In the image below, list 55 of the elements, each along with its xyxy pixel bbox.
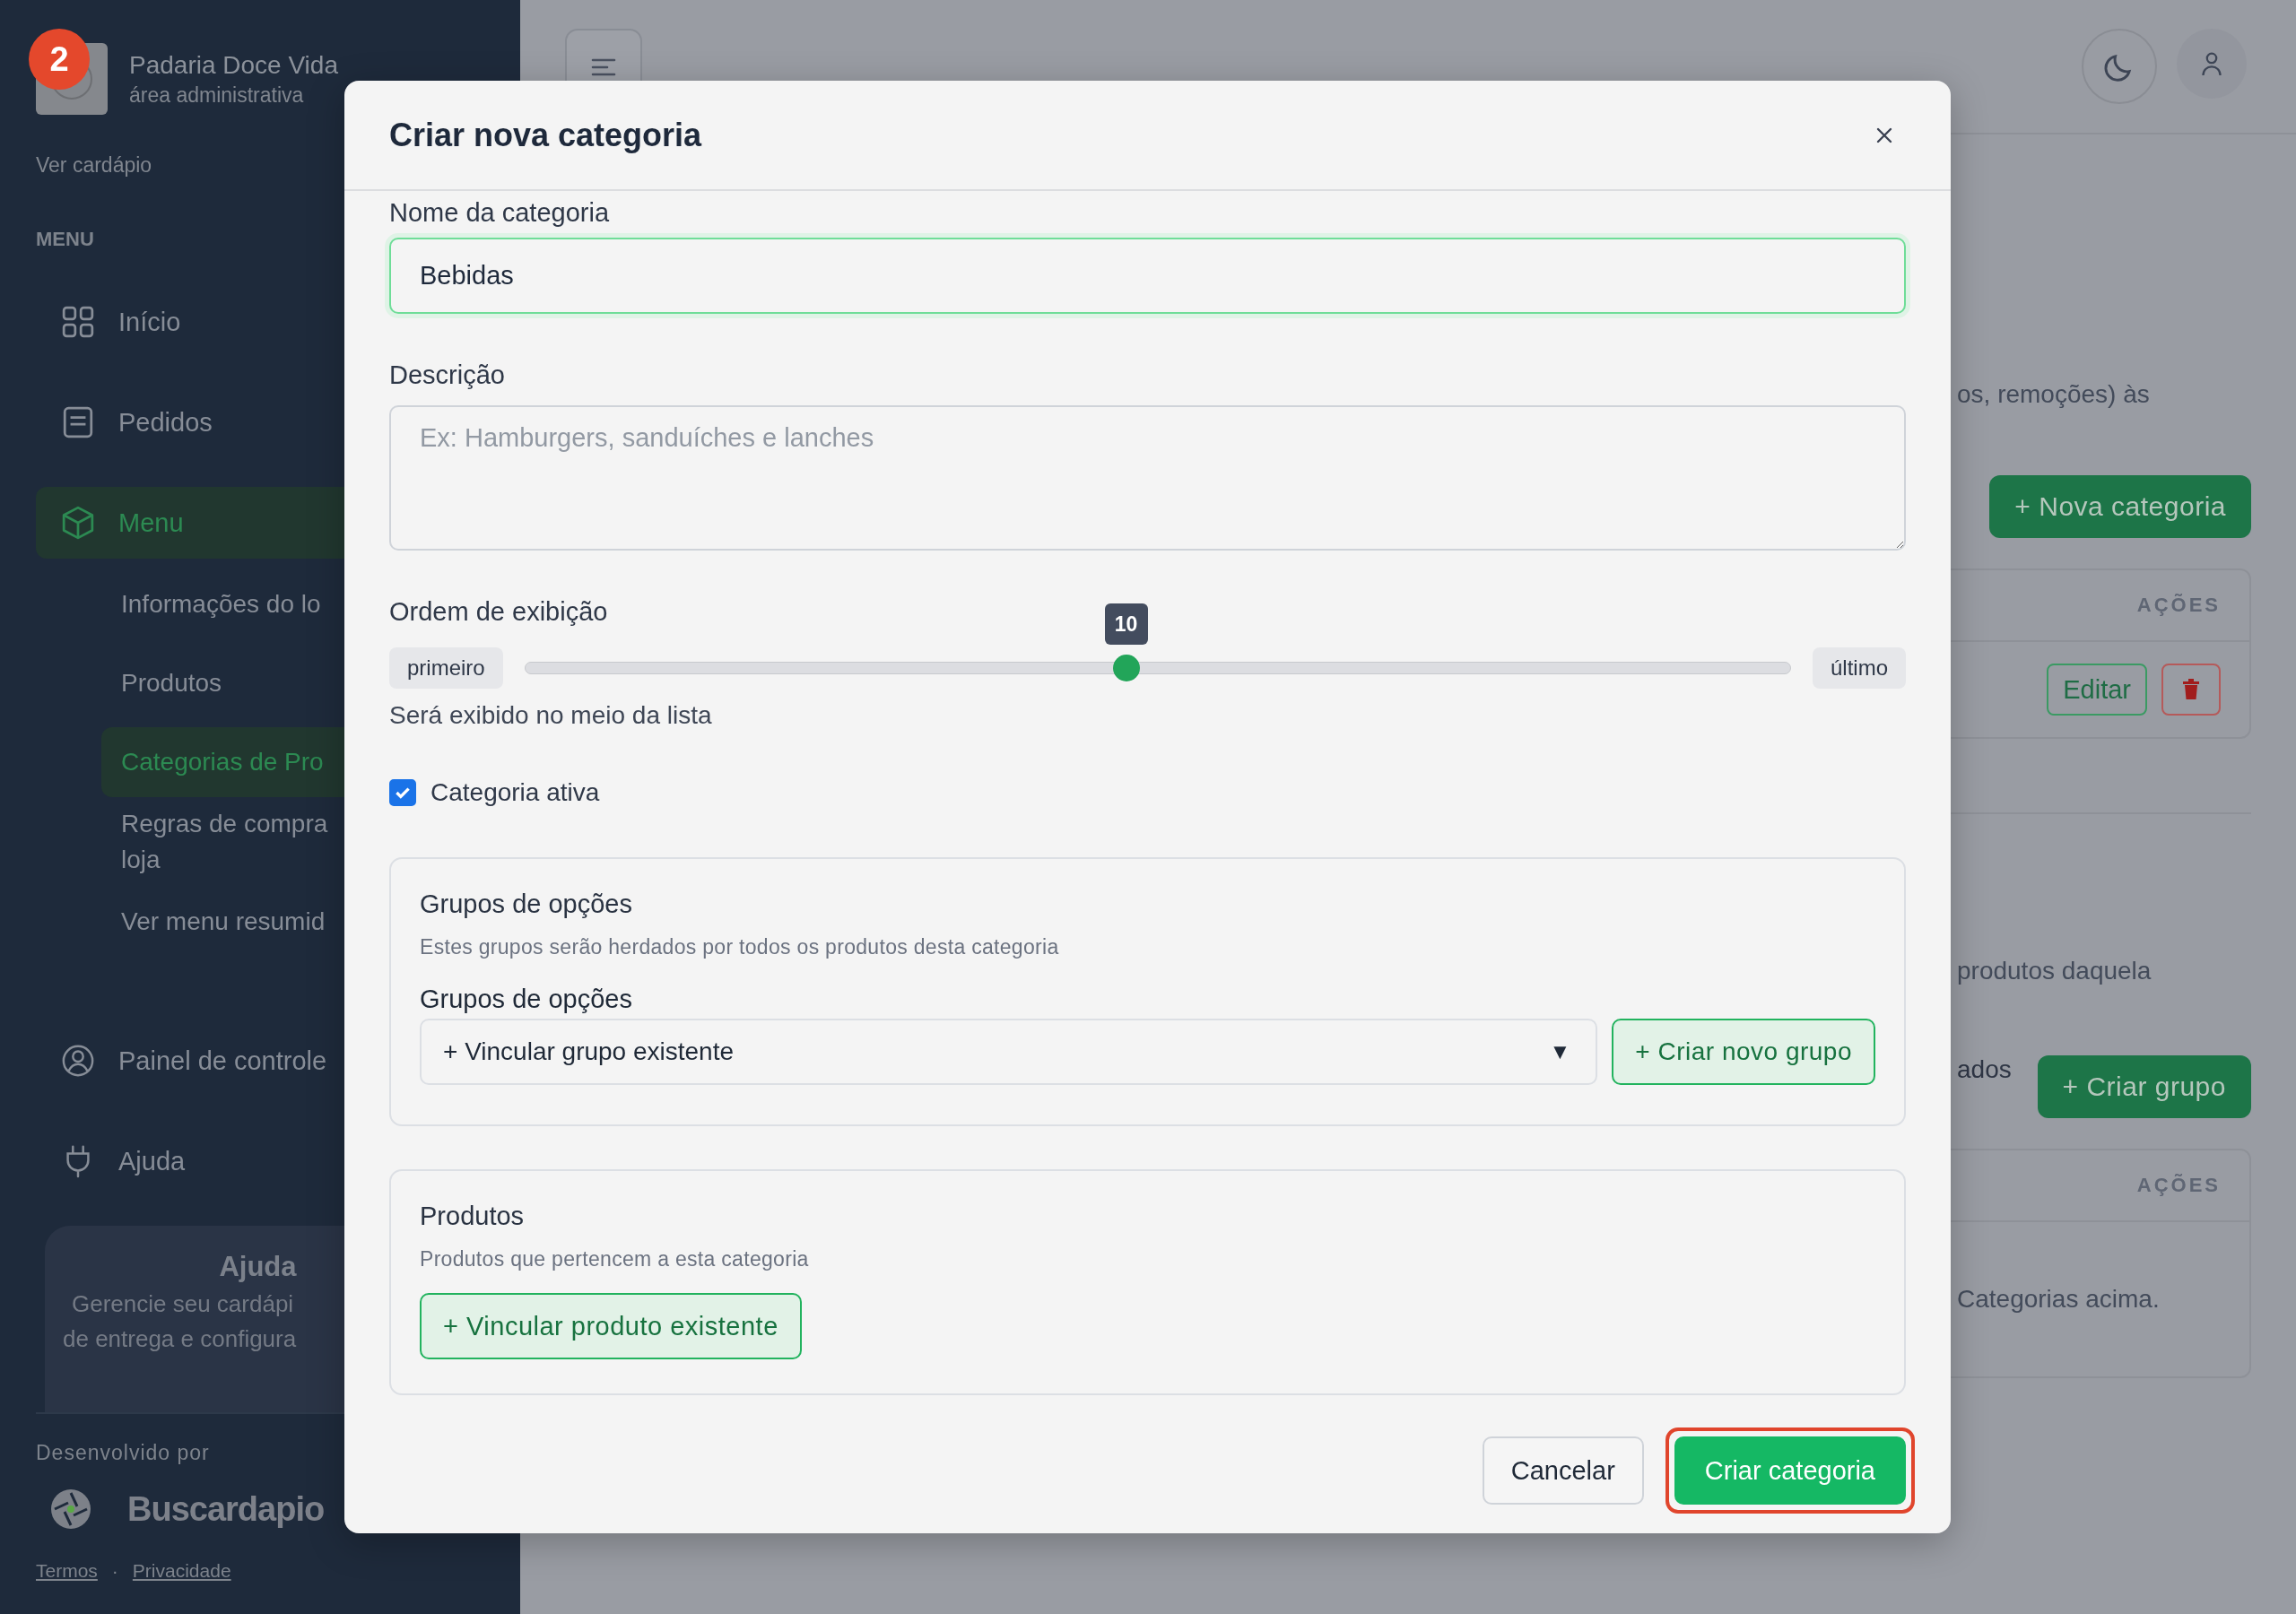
edit-button[interactable]: Editar: [2047, 664, 2147, 716]
range-min-label: primeiro: [389, 647, 503, 689]
help-text: de entrega e configura: [63, 1325, 297, 1353]
description-text: os, remoções) às: [1956, 380, 2150, 409]
name-field[interactable]: Bebidas: [389, 238, 1906, 314]
document-icon: [61, 405, 95, 439]
slider-thumb[interactable]: [1112, 655, 1140, 681]
order-slider-track[interactable]: [524, 654, 1791, 682]
trash-icon: [2182, 679, 2200, 700]
privacy-link[interactable]: Privacidade: [132, 1560, 231, 1582]
new-category-button[interactable]: + Nova categoria: [1989, 475, 2251, 538]
order-hint: Será exibido no meio da lista: [389, 701, 712, 730]
card-subtitle: Produtos que pertencem a esta categoria: [420, 1247, 809, 1271]
close-icon: [1875, 126, 1893, 144]
checkbox-label: Categoria ativa: [430, 778, 600, 807]
developed-by-label: Desenvolvido por: [36, 1441, 210, 1465]
create-group-button[interactable]: + Criar grupo: [2037, 1055, 2251, 1118]
user-icon: [61, 1044, 95, 1078]
cube-icon: [61, 506, 95, 540]
brand-name: Buscardapio: [127, 1489, 325, 1529]
card-subtitle: Estes grupos serão herdados por todos os produtos desta categoria: [420, 935, 1059, 959]
dialog-button[interactable]: Criar categoria: [1665, 1427, 1915, 1514]
section-label: MENU: [36, 228, 94, 251]
aperture-logo-icon: [50, 1488, 91, 1530]
empty-message: Categorias acima.: [1957, 1285, 2160, 1314]
store-name: Padaria Doce Vida: [129, 50, 338, 80]
actions-header: AÇÕES: [2136, 594, 2221, 617]
field-label: Grupos de opções: [420, 984, 632, 1015]
card-title: Grupos de opções: [420, 889, 632, 919]
help-title: Ajuda: [219, 1251, 297, 1283]
terms-link[interactable]: Termos: [36, 1560, 98, 1582]
store-subtitle: área administrativa: [129, 82, 305, 108]
description-text: produtos daquela: [1956, 957, 2152, 985]
active-checkbox[interactable]: [389, 779, 416, 806]
separator-dot: ·: [111, 1560, 118, 1582]
help-text: Gerencie seu cardápi: [72, 1290, 294, 1318]
range-max-label: último: [1812, 647, 1906, 689]
delete-button[interactable]: [2161, 664, 2221, 716]
menu-icon: [590, 56, 617, 78]
view-menu-link[interactable]: Ver cardápio: [36, 153, 152, 178]
field-label: Ordem de exibição: [389, 596, 608, 628]
notification-badge: 2: [29, 29, 90, 90]
section-text: ados: [1956, 1055, 2012, 1084]
group-select[interactable]: + Vincular grupo existente ▼: [420, 1019, 1598, 1085]
value-tooltip: 10: [1104, 603, 1148, 645]
card-title: Produtos: [420, 1202, 525, 1231]
actions-header: AÇÕES: [2136, 1174, 2221, 1197]
sidebar-item[interactable]: Ajuda: [36, 1125, 520, 1197]
field-label: Descrição: [389, 360, 505, 391]
dialog-title: Criar nova categoria: [389, 116, 702, 154]
grid-icon: [61, 305, 95, 339]
field-label: Nome da categoria: [389, 197, 610, 229]
description-field[interactable]: Ex: Hamburgers, sanduíches e lanches: [389, 405, 1906, 551]
create-group-button[interactable]: + Criar novo grupo: [1612, 1019, 1875, 1085]
link-product-button[interactable]: + Vincular produto existente: [420, 1293, 802, 1359]
